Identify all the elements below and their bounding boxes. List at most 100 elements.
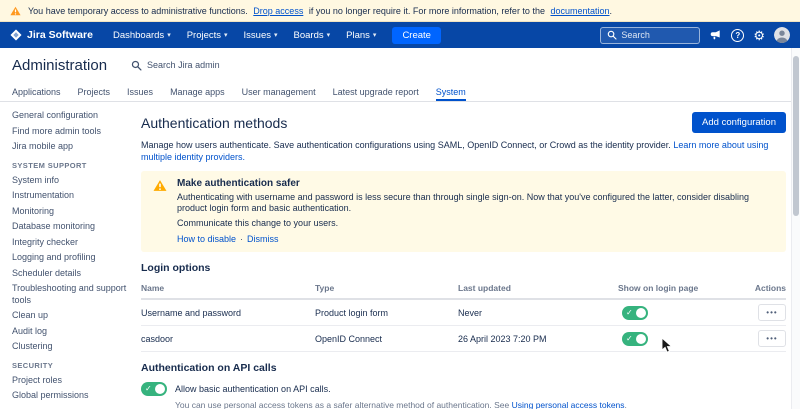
api-helper-text: You can use personal access tokens as a …	[175, 400, 786, 409]
sidebar-item-system-info[interactable]: System info	[12, 175, 127, 187]
cell-last-updated: 26 April 2023 7:20 PM	[458, 334, 618, 344]
chevron-down-icon: ▾	[327, 31, 331, 39]
sidebar-heading-system-support: SYSTEM SUPPORT	[12, 161, 127, 170]
help-icon[interactable]: ?	[731, 29, 744, 42]
chevron-down-icon: ▾	[373, 31, 377, 39]
admin-search-label: Search Jira admin	[147, 60, 220, 70]
sidebar-item-instrumentation[interactable]: Instrumentation	[12, 190, 127, 202]
nav-plans[interactable]: Plans ▾	[338, 22, 384, 48]
warning-body-2: Communicate this change to your users.	[177, 218, 774, 229]
warning-body: Authenticating with username and passwor…	[177, 192, 774, 214]
navbar-right: ? ⚙	[600, 27, 790, 44]
tab-user-management[interactable]: User management	[242, 82, 316, 101]
tab-projects[interactable]: Projects	[78, 82, 111, 101]
content-area: General configuration Find more admin to…	[0, 102, 800, 409]
sidebar-item-troubleshooting[interactable]: Troubleshooting and support tools	[12, 283, 127, 306]
banner-text-start: You have temporary access to administrat…	[28, 6, 248, 16]
navbar-search[interactable]	[600, 27, 700, 44]
chevron-down-icon: ▾	[167, 31, 171, 39]
link-separator: ·	[240, 234, 243, 244]
helper-suffix: .	[625, 400, 627, 409]
sidebar-item-monitoring[interactable]: Monitoring	[12, 206, 127, 218]
add-configuration-button[interactable]: Add configuration	[692, 112, 786, 133]
helper-prefix: You can use personal access tokens as a …	[175, 400, 509, 409]
basic-auth-api-label: Allow basic authentication on API calls.	[175, 384, 331, 394]
column-header-show-on-login-page: Show on login page	[618, 283, 746, 293]
sidebar-item-scheduler-details[interactable]: Scheduler details	[12, 268, 127, 280]
sidebar-item-clean-up[interactable]: Clean up	[12, 310, 127, 322]
check-icon: ✓	[626, 332, 633, 346]
main-panel: Authentication methods Add configuration…	[133, 102, 800, 409]
show-on-login-toggle[interactable]: ✓	[622, 306, 648, 320]
column-header-type: Type	[315, 283, 458, 293]
search-icon	[131, 60, 142, 71]
sidebar-item-general-configuration[interactable]: General configuration	[12, 110, 127, 122]
login-options-table: Name Type Last updated Show on login pag…	[141, 279, 786, 352]
cell-name: Username and password	[141, 308, 315, 318]
sidebar-item-logging-and-profiling[interactable]: Logging and profiling	[12, 252, 127, 264]
show-on-login-toggle[interactable]: ✓	[622, 332, 648, 346]
authentication-warning-panel: Make authentication safer Authenticating…	[141, 171, 786, 252]
scrollbar-thumb[interactable]	[793, 56, 799, 216]
nav-boards[interactable]: Boards ▾	[286, 22, 339, 48]
nav-issues-label: Issues	[244, 30, 271, 41]
tab-applications[interactable]: Applications	[12, 82, 61, 101]
sidebar-item-audit-log[interactable]: Audit log	[12, 326, 127, 338]
admin-tabs: Applications Projects Issues Manage apps…	[0, 82, 800, 102]
warning-title: Make authentication safer	[177, 178, 774, 189]
sidebar-heading-security: SECURITY	[12, 361, 127, 370]
personal-access-tokens-link[interactable]: Using personal access tokens	[512, 400, 625, 409]
search-icon	[607, 30, 617, 40]
sidebar-item-find-more-admin-tools[interactable]: Find more admin tools	[12, 126, 127, 138]
check-icon: ✓	[626, 306, 633, 320]
settings-gear-icon[interactable]: ⚙	[753, 29, 765, 42]
sidebar-item-database-monitoring[interactable]: Database monitoring	[12, 221, 127, 233]
drop-access-link[interactable]: Drop access	[253, 6, 303, 16]
column-header-actions: Actions	[755, 283, 786, 293]
admin-header: Administration Search Jira admin	[0, 48, 800, 82]
table-row-casdoor: casdoor OpenID Connect 26 April 2023 7:2…	[141, 326, 786, 352]
create-button[interactable]: Create	[392, 27, 441, 44]
tab-system[interactable]: System	[436, 82, 466, 101]
top-navbar: Jira Software Dashboards ▾ Projects ▾ Is…	[0, 22, 800, 48]
basic-auth-api-toggle[interactable]: ✓	[141, 382, 167, 396]
login-options-title: Login options	[141, 262, 786, 275]
cell-type: Product login form	[315, 308, 458, 318]
sidebar-item-global-permissions[interactable]: Global permissions	[12, 390, 127, 402]
how-to-disable-link[interactable]: How to disable	[177, 234, 236, 244]
row-actions-button[interactable]: •••	[758, 330, 786, 347]
check-icon: ✓	[145, 382, 152, 396]
tab-issues[interactable]: Issues	[127, 82, 153, 101]
nav-issues[interactable]: Issues ▾	[236, 22, 286, 48]
sidebar-item-jira-mobile-app[interactable]: Jira mobile app	[12, 141, 127, 153]
section-title-authentication-methods: Authentication methods	[141, 115, 287, 131]
sidebar-item-clustering[interactable]: Clustering	[12, 341, 127, 353]
documentation-link[interactable]: documentation	[550, 6, 609, 16]
user-avatar[interactable]	[774, 27, 790, 43]
sidebar-item-integrity-checker[interactable]: Integrity checker	[12, 237, 127, 249]
cell-last-updated: Never	[458, 308, 618, 318]
banner-message: You have temporary access to administrat…	[28, 6, 612, 16]
warning-icon	[10, 6, 21, 16]
brand-name: Jira Software	[27, 29, 93, 41]
dismiss-link[interactable]: Dismiss	[247, 234, 279, 244]
admin-search[interactable]: Search Jira admin	[131, 60, 220, 71]
nav-boards-label: Boards	[294, 30, 324, 41]
temporary-access-banner: You have temporary access to administrat…	[0, 0, 800, 22]
search-input[interactable]	[621, 30, 693, 40]
nav-dashboards-label: Dashboards	[113, 30, 164, 41]
vertical-scrollbar[interactable]	[791, 48, 800, 409]
table-header-row: Name Type Last updated Show on login pag…	[141, 279, 786, 300]
jira-brand[interactable]: Jira Software	[10, 29, 93, 41]
tab-latest-upgrade-report[interactable]: Latest upgrade report	[333, 82, 419, 101]
chevron-down-icon: ▾	[224, 31, 228, 39]
banner-text-middle: if you no longer require it. For more in…	[309, 6, 545, 16]
nav-dashboards[interactable]: Dashboards ▾	[105, 22, 179, 48]
sidebar-item-project-roles[interactable]: Project roles	[12, 375, 127, 387]
nav-plans-label: Plans	[346, 30, 370, 41]
row-actions-button[interactable]: •••	[758, 304, 786, 321]
column-header-last-updated: Last updated	[458, 283, 618, 293]
tab-manage-apps[interactable]: Manage apps	[170, 82, 225, 101]
nav-projects[interactable]: Projects ▾	[179, 22, 236, 48]
announcements-icon[interactable]	[709, 29, 722, 41]
